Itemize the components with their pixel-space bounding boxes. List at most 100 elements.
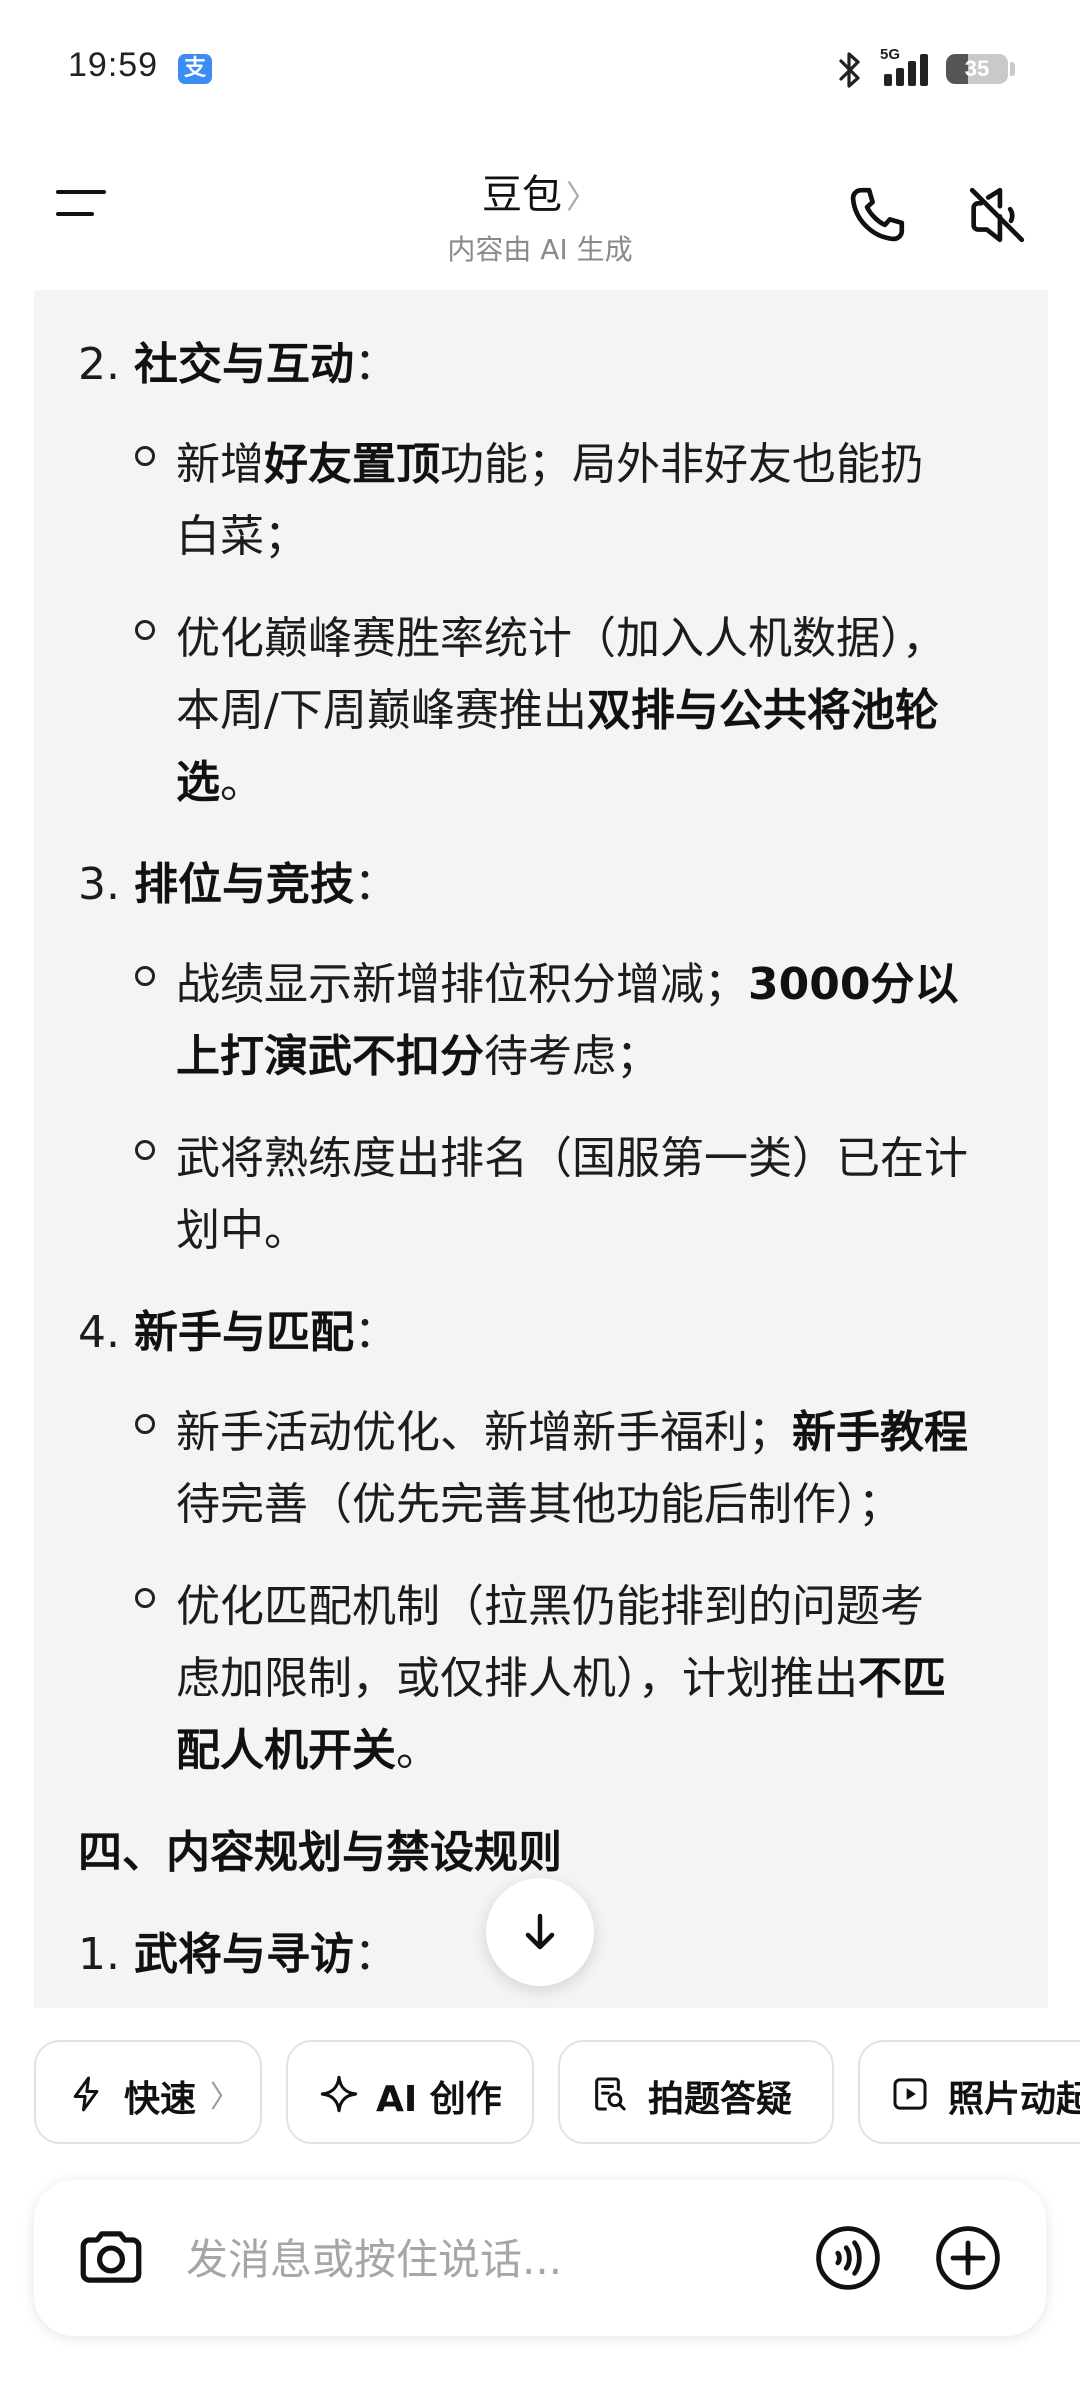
play-icon [893,2078,927,2110]
menu-button[interactable] [44,188,114,238]
text-segment: 。 [396,1725,440,1776]
bold-text: 四、内容规划与禁设规则 [78,1827,562,1878]
bold-text: 排位与竞技 [133,859,354,910]
chip-photo-question[interactable]: 拍题答疑 [558,2040,834,2144]
chat-title: 豆包 [481,172,562,218]
chat-title-area[interactable]: 豆包〉 内容由 AI 生成 [340,162,740,268]
text-segment: 新手活动优化、新增新手福利； [176,1407,792,1458]
search-document-icon [595,2077,626,2111]
camera-icon[interactable] [74,2220,148,2294]
text-segment: 3. [78,859,134,910]
sparkle-icon [320,2075,358,2113]
battery-indicator: 35 [946,54,1008,84]
list-item-text: 战绩显示新增排位积分增减；3000分以 [176,948,958,1012]
text-segment: 待完善（优先完善其他功能后制作）； [176,1479,902,1530]
text-segment: 本周/下周巅峰赛推出 [176,685,587,736]
text-segment: 白菜； [176,511,308,562]
battery-level-label: 35 [964,56,990,81]
alipay-notification-icon: 支 [178,54,212,84]
title-chevron-icon: 〉 [565,178,598,216]
scroll-to-bottom-button[interactable] [486,1878,594,1986]
chip-label: 拍题答疑 [648,2079,793,2120]
bold-text: 上打演武不扣分 [176,1031,484,1082]
bold-text: 新手教程 [792,1407,968,1458]
list-bullet [135,966,155,986]
list-item-text: 新增好友置顶功能；局外非好友也能扔 [176,428,924,492]
chip-animate-photo[interactable]: 照片动起来 [858,2040,1080,2144]
list-item-text: 虑加限制，或仅排人机），计划推出不匹 [176,1642,946,1706]
bold-text: 选 [176,757,220,808]
bold-text: 武将与寻访 [133,1929,354,1980]
chip-quick-mode[interactable]: 快速 〉 [34,2040,262,2144]
text-segment: 优化匹配机制（拉黑仍能排到的问题考 [176,1581,924,1632]
text-segment: 4. [78,1307,134,1358]
text-segment: 2. [78,339,134,390]
text-segment: ： [353,1929,398,1980]
list-bullet [135,1588,155,1608]
chevron-right-icon: 〉 [210,2080,240,2115]
list-item-text: 选。 [176,746,264,810]
section-heading: 2. 社交与互动： [78,328,398,392]
list-item-text: 待完善（优先完善其他功能后制作）； [176,1468,902,1532]
list-item-text: 划中。 [176,1194,308,1258]
list-item-text: 优化巅峰赛胜率统计（加入人机数据）， [176,602,946,666]
bold-text: 配人机开关 [176,1725,396,1776]
add-icon[interactable] [932,2222,1004,2294]
section-heading: 1. 武将与寻访： [78,1918,398,1982]
text-segment: 功能；局外非好友也能扔 [440,439,924,490]
message-input[interactable] [184,2228,788,2290]
text-segment: ： [353,339,398,390]
list-item-text: 本周/下周巅峰赛推出双排与公共将池轮 [176,674,939,738]
list-item-text: 武将熟练度出排名（国服第一类）已在计 [176,1122,968,1186]
list-item-text: 白菜； [176,500,308,564]
text-segment: ： [353,1307,398,1358]
text-segment: 战绩显示新增排位积分增减； [176,959,748,1010]
text-segment: 优化巅峰赛胜率统计（加入人机数据）， [176,613,946,664]
menu-icon-bar-bottom [56,212,94,216]
ai-response-message: 2. 社交与互动： 新增好友置顶功能；局外非好友也能扔 白菜； 优化巅峰赛胜率统… [34,290,1048,2008]
section-heading: 4. 新手与匹配： [78,1296,398,1360]
chat-header: 豆包〉 内容由 AI 生成 [0,140,1080,290]
message-input-bar [34,2180,1046,2336]
bold-text: 新手与匹配 [133,1307,354,1358]
text-segment: 新增 [176,439,264,490]
list-bullet [135,446,155,466]
voice-call-icon[interactable] [812,2222,884,2294]
text-segment: 划中。 [176,1205,308,1256]
bold-text: 3000分以 [748,959,959,1010]
list-item-text: 配人机开关。 [176,1714,440,1778]
list-item-text: 上打演武不扣分待考虑； [176,1020,660,1084]
lightning-icon [73,2076,99,2112]
list-bullet [135,1140,155,1160]
bold-text: 不匹 [858,1653,946,1704]
bluetooth-icon [839,52,860,88]
muted-speaker-icon[interactable] [962,180,1032,250]
text-segment: 虑加限制，或仅排人机），计划推出 [176,1653,858,1704]
chip-label: AI 创作 [376,2079,502,2120]
bold-text: 双排与公共将池轮 [586,685,939,736]
list-item-text: 新手活动优化、新增新手福利；新手教程 [176,1396,968,1460]
status-bar: 19:59 支 5G 35 [0,0,1080,140]
status-time: 19:59 [68,46,159,84]
text-segment: 待考虑； [484,1031,660,1082]
bold-text: 社交与互动 [133,339,354,390]
ai-generated-notice: 内容由 AI 生成 [447,233,633,266]
text-segment: 1. [78,1929,134,1980]
text-segment: ： [353,859,398,910]
menu-icon-bar-top [56,190,106,194]
chapter-heading: 四、内容规划与禁设规则 [78,1816,562,1880]
list-bullet [135,620,155,640]
list-item-text: 优化匹配机制（拉黑仍能排到的问题考 [176,1570,924,1634]
chip-label: 快速 [124,2079,197,2120]
phone-call-icon[interactable] [842,180,912,250]
cellular-signal-icon [884,54,928,86]
list-bullet [135,1414,155,1434]
quick-action-bar: 快速 〉 AI 创作 拍题答疑 照片动起来 [0,2040,1080,2148]
chip-label: 照片动起来 [948,2079,1080,2120]
battery-tip [1010,62,1015,76]
arrow-down-icon [525,1913,555,1950]
chip-ai-creation[interactable]: AI 创作 [286,2040,534,2144]
text-segment: 武将熟练度出排名（国服第一类）已在计 [176,1133,968,1184]
section-heading: 3. 排位与竞技： [78,848,398,912]
bold-text: 好友置顶 [264,439,440,490]
